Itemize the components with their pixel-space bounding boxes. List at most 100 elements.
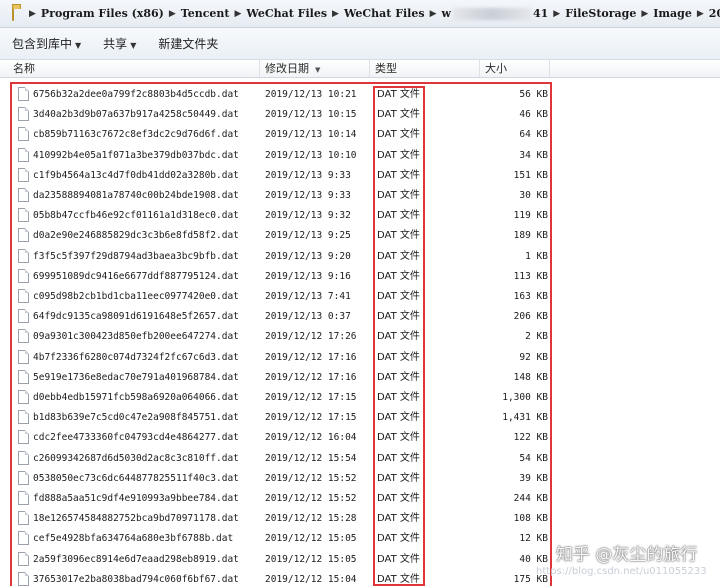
breadcrumb-item-account-suffix[interactable]: 41	[533, 7, 548, 20]
file-size: 151 KB	[513, 169, 548, 181]
file-name: 0538050ec73c6dc644877825511f40c3.dat	[33, 472, 239, 484]
file-row[interactable]: d0a2e90e246885829dc3c3b6e8fd58f2.dat 2019…	[0, 225, 560, 247]
chevron-right-icon: ▶	[332, 8, 339, 19]
new-folder-button[interactable]: 新建文件夹	[158, 35, 218, 52]
file-row[interactable]: 2a59f3096ec8914e6d7eaad298eb8919.dat 2019…	[0, 549, 560, 571]
breadcrumb-item-wechat-files[interactable]: WeChat Files	[246, 7, 327, 20]
file-row[interactable]: d0ebb4edb15971fcb598a6920a064066.dat 2019…	[0, 387, 560, 409]
file-row[interactable]: 5e919e1736e8edac70e791a401968784.dat 2019…	[0, 367, 560, 389]
file-name: cef5e4928bfa634764a680e3bf6788b.dat	[33, 533, 234, 545]
file-type: DAT 文件	[377, 291, 420, 302]
file-type: DAT 文件	[377, 553, 420, 565]
file-date: 2019/12/12 17:16	[265, 371, 357, 383]
column-header-name[interactable]: 名称	[8, 60, 260, 77]
file-type: DAT 文件	[377, 210, 420, 222]
file-row[interactable]: 6756b32a2dee0a799f2c8803b4d5ccdb.dat 2019…	[0, 84, 560, 106]
file-row[interactable]: 18e126574584882752bca9bd70971178.dat 2019…	[0, 508, 560, 530]
file-row[interactable]: 4b7f2336f6280c074d7324f2fc67c6d3.dat 2019…	[0, 347, 560, 369]
chevron-right-icon: ▶	[553, 8, 561, 19]
chevron-right-icon: ▶	[29, 8, 36, 19]
file-row[interactable]: cef5e4928bfa634764a680e3bf6788b.dat 2019/…	[0, 528, 560, 550]
file-row[interactable]: da23588894081a78740c00b24bde1908.dat 2019…	[0, 185, 560, 207]
file-date: 2019/12/13 9:33	[265, 190, 351, 201]
file-date: 2019/12/12 17:15	[265, 412, 357, 424]
file-date: 2019/12/12 16:04	[265, 432, 357, 444]
file-icon	[18, 430, 29, 445]
breadcrumb-item-program-files[interactable]: Program Files (x86)	[41, 7, 164, 20]
file-size: 2 KB	[525, 331, 548, 343]
file-name: 5e919e1736e8edac70e791a401968784.dat	[33, 371, 239, 383]
file-date: 2019/12/12 15:52	[265, 472, 357, 484]
file-icon	[18, 208, 29, 223]
file-type: DAT 文件	[377, 250, 420, 262]
file-size: 113 KB	[513, 270, 548, 282]
include-in-library-button[interactable]: 包含到库中 ▼	[12, 35, 81, 52]
file-size: 92 KB	[519, 351, 548, 363]
file-row[interactable]: c095d98b2cb1bd1cba11eec0977420e0.dat 2019…	[0, 286, 560, 308]
file-name: 05b8b47ccfb46e92cf01161a1d318ec0.dat	[33, 210, 239, 222]
file-row[interactable]: c26099342687d6d5030d2ac8c3c810ff.dat 2019…	[0, 448, 560, 470]
file-date: 2019/12/13 9:33	[265, 169, 351, 181]
file-row[interactable]: 37653017e2ba8038bad794c060f6bf67.dat 2019…	[0, 569, 560, 586]
column-header-name-label: 名称	[13, 62, 35, 75]
address-bar[interactable]: ▶ Program Files (x86) ▶ Tencent ▶ WeChat…	[0, 0, 720, 28]
file-row[interactable]: 0538050ec73c6dc644877825511f40c3.dat 2019…	[0, 468, 560, 490]
file-name: d0a2e90e246885829dc3c3b6e8fd58f2.dat	[33, 230, 239, 242]
file-name: f3f5c5f397f29d8794ad3baea3bc9bfb.dat	[33, 250, 239, 262]
breadcrumb-item-wechat-files-2[interactable]: WeChat Files	[344, 7, 425, 20]
file-date: 2019/12/13 10:10	[265, 149, 357, 161]
file-icon	[18, 309, 29, 324]
file-date: 2019/12/12 15:52	[265, 493, 357, 504]
redacted-region	[452, 7, 531, 20]
file-name: 410992b4e05a1f071a3be379db037bdc.dat	[33, 149, 239, 161]
file-name: cdc2fee4733360fc04793cd4e4864277.dat	[33, 432, 239, 444]
breadcrumb-item-tencent[interactable]: Tencent	[181, 7, 230, 20]
file-name: b1d83b639e7c5cd0c47e2a908f845751.dat	[33, 412, 239, 424]
breadcrumb-item-image[interactable]: Image	[653, 7, 692, 20]
file-size: 119 KB	[513, 210, 548, 222]
file-type: DAT 文件	[377, 472, 420, 484]
file-row[interactable]: cb859b71163c7672c8ef3dc2c9d76d6f.dat 2019…	[0, 124, 560, 146]
breadcrumb-item-2019-12[interactable]: 2019-12	[709, 7, 720, 20]
file-row[interactable]: f3f5c5f397f29d8794ad3baea3bc9bfb.dat 2019…	[0, 246, 560, 268]
file-row[interactable]: 699951089dc9416e6677ddf887795124.dat 2019…	[0, 266, 560, 288]
share-button[interactable]: 共享 ▼	[103, 35, 136, 52]
column-header-date[interactable]: 修改日期 ▼	[260, 60, 370, 77]
file-row[interactable]: c1f9b4564a13c4d7f0db41dd02a3280b.dat 2019…	[0, 165, 560, 187]
file-row[interactable]: fd888a5aa51c9df4e910993a9bbee784.dat 2019…	[0, 488, 560, 510]
file-list: 6756b32a2dee0a799f2c8803b4d5ccdb.dat 2019…	[0, 80, 720, 586]
breadcrumb-item-account[interactable]: w	[441, 7, 450, 20]
file-size: 46 KB	[519, 109, 548, 121]
file-name: c1f9b4564a13c4d7f0db41dd02a3280b.dat	[33, 169, 239, 181]
file-name: 18e126574584882752bca9bd70971178.dat	[33, 513, 239, 525]
column-header-type[interactable]: 类型	[370, 60, 480, 77]
file-size: 1,431 KB	[502, 412, 548, 424]
file-size: 1 KB	[525, 250, 548, 262]
file-date: 2019/12/13 10:21	[265, 89, 357, 100]
file-row[interactable]: 3d40a2b3d9b07a637b917a4258c50449.dat 2019…	[0, 104, 560, 126]
file-name: 2a59f3096ec8914e6d7eaad298eb8919.dat	[33, 553, 239, 565]
file-date: 2019/12/12 17:26	[265, 331, 357, 343]
chevron-right-icon: ▶	[429, 8, 437, 19]
file-type: DAT 文件	[377, 513, 420, 525]
file-date: 2019/12/13 10:15	[265, 109, 357, 121]
file-date: 2019/12/13 9:25	[265, 230, 351, 242]
file-type: DAT 文件	[377, 371, 420, 383]
file-date: 2019/12/13 7:41	[265, 291, 351, 302]
file-row[interactable]: 09a9301c300423d850efb200ee647274.dat 2019…	[0, 326, 560, 348]
file-type: DAT 文件	[377, 432, 420, 444]
file-icon	[18, 127, 29, 142]
file-row[interactable]: b1d83b639e7c5cd0c47e2a908f845751.dat 2019…	[0, 407, 560, 429]
breadcrumb-item-filestorage[interactable]: FileStorage	[565, 7, 636, 20]
breadcrumb[interactable]: ▶ Program Files (x86) ▶ Tencent ▶ WeChat…	[24, 7, 720, 20]
include-in-library-label: 包含到库中	[12, 37, 73, 51]
file-size: 12 KB	[519, 533, 548, 545]
file-row[interactable]: 64f9dc9135ca98091d6191648e5f2657.dat 2019…	[0, 306, 560, 328]
caret-down-icon: ▼	[130, 41, 137, 50]
file-row[interactable]: 410992b4e05a1f071a3be379db037bdc.dat 2019…	[0, 145, 560, 167]
file-row[interactable]: 05b8b47ccfb46e92cf01161a1d318ec0.dat 2019…	[0, 205, 560, 227]
file-icon	[18, 450, 29, 465]
column-header-size[interactable]: 大小	[480, 60, 550, 77]
file-row[interactable]: cdc2fee4733360fc04793cd4e4864277.dat 2019…	[0, 427, 560, 449]
file-name: 699951089dc9416e6677ddf887795124.dat	[33, 270, 239, 282]
